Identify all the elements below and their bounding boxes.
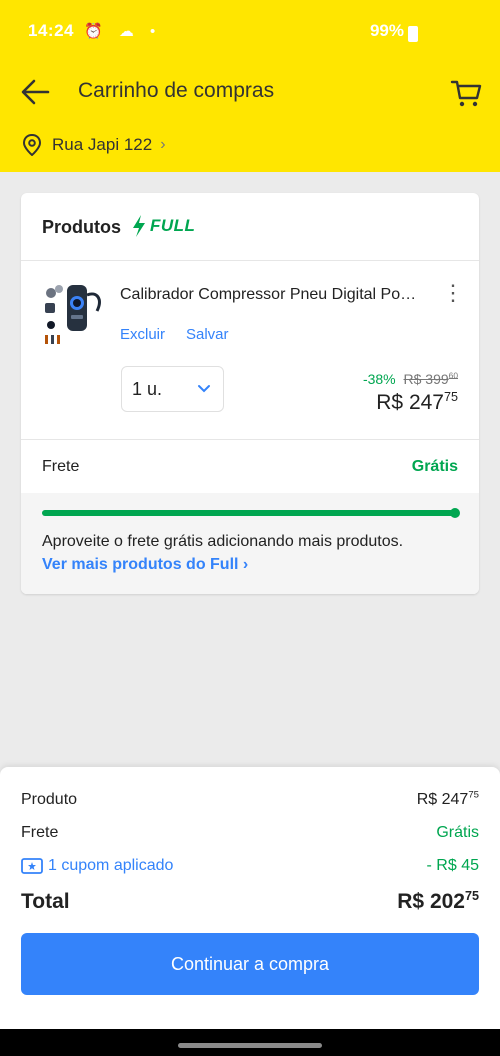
product-name[interactable]: Calibrador Compressor Pneu Digital Portá… [120, 286, 420, 304]
quantity-select[interactable]: 1 u. [121, 366, 224, 412]
battery-level: 99% [369, 21, 404, 40]
save-for-later-button[interactable]: Salvar [186, 326, 229, 343]
status-time: 14:24 [28, 21, 74, 40]
page-title: Carrinho de compras [78, 79, 275, 102]
shipping-label: Frete [42, 458, 80, 475]
cart-button[interactable] [448, 74, 484, 110]
back-button[interactable] [18, 74, 54, 110]
summary-product-label: Produto [21, 791, 78, 808]
summary-shipping-label: Frete [21, 824, 59, 841]
continue-purchase-button[interactable]: Continuar a compra [21, 933, 479, 995]
original-price: R$ 39960 [403, 370, 458, 387]
cart-item: Calibrador Compressor Pneu Digital Portá… [21, 261, 479, 440]
summary-product-value: R$ 24775 [416, 789, 479, 808]
cart-icon [450, 80, 482, 107]
total-value: R$ 20275 [397, 889, 479, 913]
coupon-applied-button[interactable]: 1 cupom aplicado [21, 857, 173, 875]
home-gesture-handle[interactable] [178, 1043, 322, 1048]
chevron-down-icon [198, 385, 210, 393]
total-label: Total [21, 890, 70, 913]
products-card-header: Produtos FULL [21, 193, 479, 261]
full-badge: FULL [131, 214, 195, 238]
promo-message: Aproveite o frete grátis adicionando mai… [42, 533, 404, 550]
lightning-icon [133, 215, 145, 237]
arrow-left-icon [21, 79, 50, 105]
products-title: Produtos [42, 217, 121, 237]
order-summary: Produto R$ 24775 Frete Grátis 1 cupom ap… [0, 767, 500, 1029]
see-more-full-link[interactable]: Ver mais produtos do Full › [42, 556, 248, 574]
products-card: Produtos FULL Calibrador Compressor Pneu… [21, 193, 479, 594]
notification-icons: ⏰ ☁ • [84, 23, 162, 40]
more-options-icon[interactable]: ⋮ [441, 282, 465, 307]
shipping-value: Grátis [411, 458, 458, 475]
discount-percent: -38% [362, 371, 396, 387]
chevron-right-icon: › [160, 136, 166, 153]
address-text: Rua Japi 122 [52, 135, 153, 154]
top-app-bar: Carrinho de compras [0, 70, 500, 112]
status-bar: 14:24 ⏰ ☁ • 99% [0, 18, 500, 48]
product-thumbnail [45, 285, 101, 344]
free-shipping-promo: Aproveite o frete grátis adicionando mai… [21, 493, 479, 594]
progress-dot [450, 508, 460, 518]
free-shipping-progress-bar [42, 508, 460, 518]
coupon-icon [21, 858, 43, 874]
location-pin-icon [22, 134, 42, 156]
coupon-discount-value: - R$ 45 [426, 857, 479, 874]
delete-button[interactable]: Excluir [120, 326, 165, 343]
discount-info: -38% R$ 39960 [363, 371, 458, 387]
quantity-value: 1 u. [132, 379, 163, 399]
full-badge-text: FULL [150, 216, 196, 235]
shipping-row: Frete Grátis [21, 441, 479, 487]
system-nav-bar [0, 1029, 500, 1056]
chevron-right-icon: › [242, 556, 249, 573]
delivery-address[interactable]: Rua Japi 122 › [22, 132, 166, 158]
progress-fill [42, 510, 455, 516]
battery-icon [408, 26, 418, 42]
current-price: R$ 24775 [376, 390, 458, 414]
summary-shipping-value: Grátis [436, 824, 479, 841]
